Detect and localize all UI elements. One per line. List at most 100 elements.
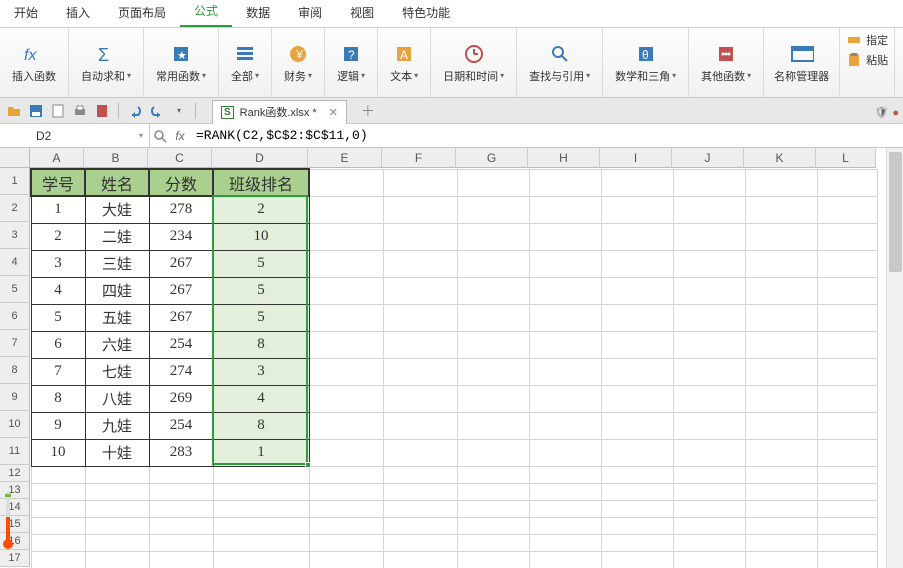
table-cell[interactable]: 254 [149,331,213,358]
cell[interactable] [817,304,877,331]
table-cell[interactable]: 3 [31,250,85,277]
cell[interactable] [31,517,85,534]
table-cell[interactable]: 3 [213,358,309,385]
cell[interactable] [817,500,877,517]
row-header[interactable]: 12 [0,465,30,482]
cell[interactable] [383,169,457,196]
vertical-scrollbar[interactable] [886,148,903,568]
row-header[interactable]: 10 [0,411,30,438]
cell[interactable] [457,551,529,568]
open-icon[interactable] [6,103,22,119]
cell[interactable] [383,466,457,483]
cell[interactable] [529,551,601,568]
table-cell[interactable]: 五娃 [85,304,149,331]
cell[interactable] [149,517,213,534]
row-header[interactable]: 5 [0,276,30,303]
table-cell[interactable]: 七娃 [85,358,149,385]
row-header[interactable]: 8 [0,357,30,384]
table-cell[interactable]: 5 [213,250,309,277]
cell[interactable] [309,331,383,358]
cell[interactable] [149,466,213,483]
cell[interactable] [817,551,877,568]
ribbon-tab-0[interactable]: 开始 [0,0,52,27]
cell[interactable] [601,385,673,412]
cell[interactable] [457,517,529,534]
column-header[interactable]: A [30,148,84,168]
cell[interactable] [457,169,529,196]
column-headers[interactable]: ABCDEFGHIJKL [30,148,876,168]
table-cell[interactable]: 1 [213,439,309,466]
qat-dropdown-icon[interactable]: ▾ [171,103,187,119]
cell[interactable] [457,385,529,412]
cell[interactable] [309,466,383,483]
info-icon[interactable]: ● [892,107,899,119]
cell[interactable] [745,250,817,277]
cell[interactable] [529,331,601,358]
cell[interactable] [601,517,673,534]
table-cell[interactable]: 三娃 [85,250,149,277]
table-cell[interactable]: 大娃 [85,196,149,223]
cell[interactable] [673,385,745,412]
cell[interactable] [383,358,457,385]
cell[interactable] [31,534,85,551]
close-tab-icon[interactable]: ✕ [329,106,338,119]
cell[interactable] [457,304,529,331]
cell[interactable] [817,331,877,358]
search-icon[interactable] [150,129,170,143]
formula-input[interactable] [190,128,903,143]
cell[interactable] [457,331,529,358]
all-functions-button[interactable]: 全部▾ [227,40,263,86]
cell[interactable] [817,358,877,385]
workbook-tab[interactable]: S Rank函数.xlsx * ✕ [212,100,347,124]
cell[interactable] [309,551,383,568]
cell[interactable] [309,277,383,304]
cell[interactable] [601,412,673,439]
table-cell[interactable]: 九娃 [85,412,149,439]
fx-icon[interactable]: fx [170,129,190,143]
cell[interactable] [817,466,877,483]
cell[interactable] [529,223,601,250]
row-header[interactable]: 1 [0,168,30,195]
cell[interactable] [529,439,601,466]
column-header[interactable]: G [456,148,528,168]
cell[interactable] [673,331,745,358]
table-cell[interactable]: 267 [149,277,213,304]
cell[interactable] [31,483,85,500]
cell[interactable] [213,500,309,517]
cell[interactable] [383,223,457,250]
cell[interactable] [673,223,745,250]
cell[interactable] [817,223,877,250]
paste-name-button[interactable]: 粘贴 [846,52,888,68]
cell[interactable] [213,534,309,551]
cell[interactable] [309,169,383,196]
cell[interactable] [601,439,673,466]
cell[interactable] [601,466,673,483]
cell[interactable] [745,169,817,196]
cell[interactable] [529,517,601,534]
ribbon-tab-7[interactable]: 特色功能 [388,0,464,27]
table-cell[interactable]: 8 [213,412,309,439]
cell[interactable] [673,196,745,223]
cell[interactable] [309,439,383,466]
table-header-cell[interactable]: 班级排名 [213,169,309,196]
cell[interactable] [149,483,213,500]
table-cell[interactable]: 283 [149,439,213,466]
shield-icon[interactable]: 🛡 [874,106,888,119]
table-header-cell[interactable]: 学号 [31,169,85,196]
cell[interactable] [529,169,601,196]
print-icon[interactable] [72,103,88,119]
cell[interactable] [31,500,85,517]
cell[interactable] [673,483,745,500]
column-header[interactable]: E [308,148,382,168]
cell[interactable] [149,534,213,551]
cell[interactable] [309,412,383,439]
cell[interactable] [817,169,877,196]
column-header[interactable]: D [212,148,308,168]
cell[interactable] [601,304,673,331]
print-preview-icon[interactable] [50,103,66,119]
cell[interactable] [457,483,529,500]
cell[interactable] [745,223,817,250]
cell[interactable] [745,466,817,483]
cell[interactable] [529,304,601,331]
table-cell[interactable]: 1 [31,196,85,223]
